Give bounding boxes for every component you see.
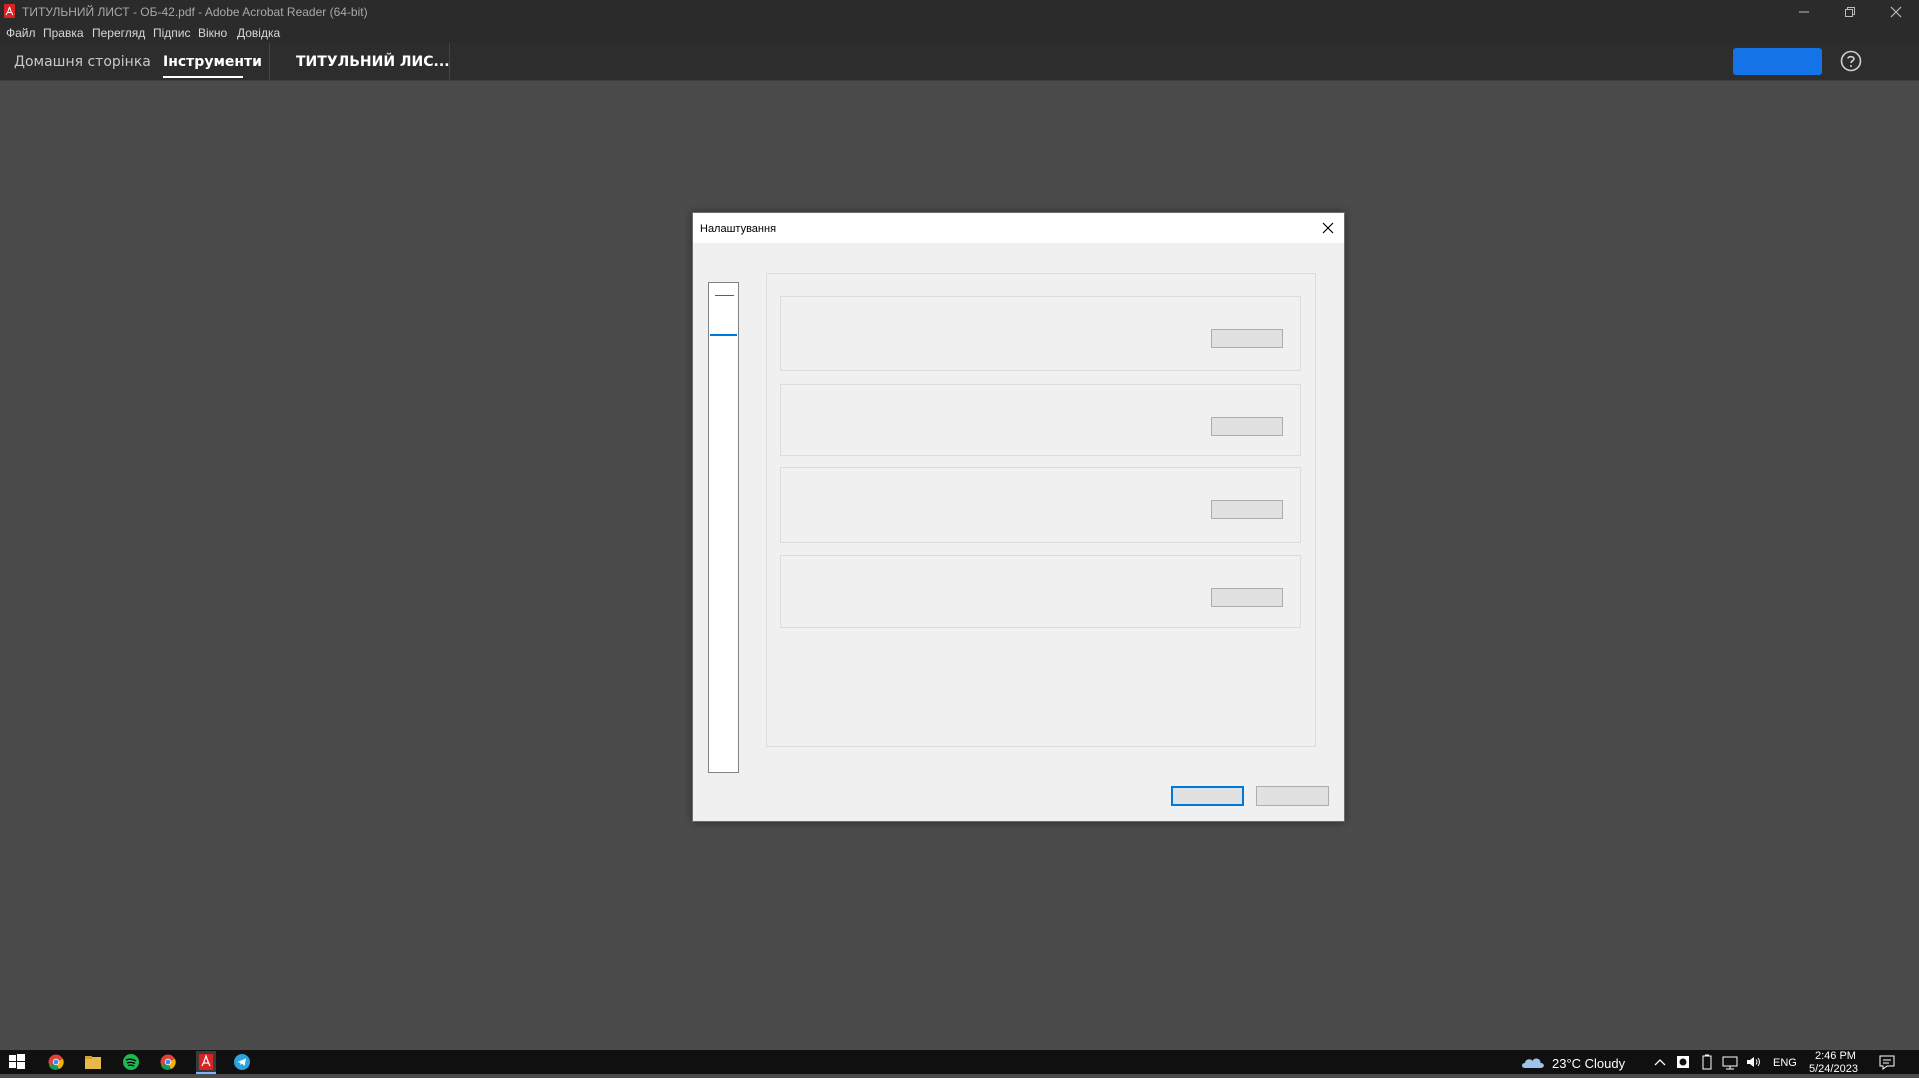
menu-sign[interactable]: Підпис: [153, 26, 191, 40]
tab-bar: Домашня сторінка Інструменти ТИТУЛЬНИЙ Л…: [0, 43, 1919, 81]
group-2-button[interactable]: [1211, 417, 1283, 436]
group-4-button[interactable]: [1211, 588, 1283, 607]
tray-app-icon[interactable]: [1674, 1053, 1692, 1071]
weather-text[interactable]: 23°C Cloudy: [1552, 1056, 1625, 1071]
network-icon[interactable]: [1721, 1053, 1739, 1071]
settings-group-1: [780, 296, 1301, 371]
dialog-titlebar: Налаштування: [693, 213, 1344, 243]
chrome-icon[interactable]: [47, 1053, 65, 1071]
close-icon[interactable]: [1873, 0, 1919, 23]
tab-separator: [269, 43, 270, 80]
settings-group-3: [780, 467, 1301, 543]
tab-separator: [449, 43, 450, 80]
clock-time[interactable]: 2:46 PM: [1815, 1050, 1856, 1062]
language-indicator[interactable]: ENG: [1773, 1057, 1797, 1069]
taskbar: 23°C Cloudy ENG 2:46 PM 5/24/2023: [0, 1050, 1919, 1075]
restore-icon[interactable]: [1827, 0, 1873, 23]
cloud-icon: [1520, 1053, 1546, 1071]
menu-file[interactable]: Файл: [6, 26, 36, 40]
tab-document[interactable]: ТИТУЛЬНИЙ ЛИС...: [296, 54, 450, 70]
file-explorer-icon[interactable]: [84, 1053, 102, 1071]
group-3-button[interactable]: [1211, 500, 1283, 519]
category-item[interactable]: [715, 295, 734, 296]
ok-button[interactable]: [1171, 786, 1244, 806]
menu-help[interactable]: Довідка: [237, 26, 280, 40]
settings-group-2: [780, 384, 1301, 456]
window-title: ТИТУЛЬНИЙ ЛИСТ - ОБ-42.pdf - Adobe Acrob…: [22, 5, 368, 19]
dialog-close-icon[interactable]: [1321, 221, 1335, 235]
chrome-icon-2[interactable]: [159, 1053, 177, 1071]
help-icon[interactable]: [1840, 50, 1862, 72]
category-item-selected[interactable]: [710, 334, 737, 336]
volume-icon[interactable]: [1745, 1053, 1763, 1071]
dialog-title: Налаштування: [700, 223, 777, 235]
tab-tools[interactable]: Інструменти: [163, 54, 262, 70]
cancel-button[interactable]: [1256, 786, 1329, 806]
minimize-icon[interactable]: [1781, 0, 1827, 23]
window-titlebar: ТИТУЛЬНИЙ ЛИСТ - ОБ-42.pdf - Adobe Acrob…: [0, 0, 1919, 23]
chevron-up-icon[interactable]: [1651, 1053, 1669, 1071]
clock-date[interactable]: 5/24/2023: [1809, 1063, 1858, 1075]
menu-edit[interactable]: Правка: [43, 26, 84, 40]
battery-icon[interactable]: [1698, 1053, 1716, 1071]
menu-bar: Файл Правка Перегляд Підпис Вікно Довідк…: [0, 23, 1919, 43]
notification-icon[interactable]: [1878, 1053, 1896, 1071]
menu-window[interactable]: Вікно: [198, 26, 227, 40]
menu-view[interactable]: Перегляд: [92, 26, 145, 40]
group-1-button[interactable]: [1211, 329, 1283, 348]
primary-action-button[interactable]: [1733, 48, 1822, 75]
tab-home[interactable]: Домашня сторінка: [14, 54, 151, 70]
windows-start-icon[interactable]: [8, 1053, 26, 1071]
acrobat-taskbar-icon[interactable]: [196, 1051, 216, 1073]
spotify-icon[interactable]: [122, 1053, 140, 1071]
preferences-dialog: Налаштування: [692, 212, 1345, 822]
telegram-icon[interactable]: [233, 1053, 251, 1071]
acrobat-icon: [4, 4, 15, 18]
active-tab-indicator: [163, 76, 243, 78]
settings-group-4: [780, 555, 1301, 628]
categories-list[interactable]: [708, 282, 739, 773]
